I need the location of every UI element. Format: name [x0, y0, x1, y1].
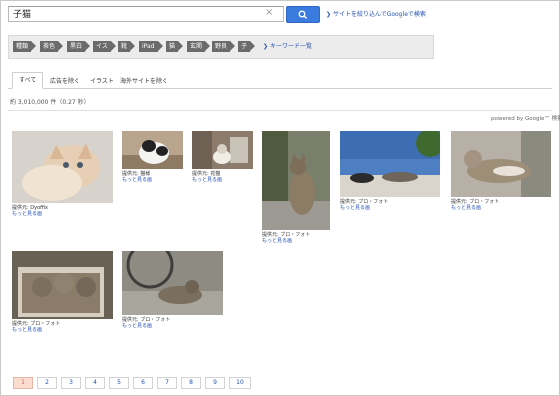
site-link-label: サイトを絞り込んでGoogleで検索 [333, 11, 426, 18]
keyword-chip-bar: 種類 茶色 黒白 イス 靴 iPad 猫 玄関 野良 子 ❯ キーワード一覧 [8, 35, 434, 59]
page-link[interactable]: 10 [229, 377, 251, 389]
tab-no-ads[interactable]: 広告を除く [44, 74, 86, 87]
chip[interactable]: 黒白 [67, 41, 91, 52]
keyword-list-link[interactable]: ❯ キーワード一覧 [263, 41, 312, 52]
more-link[interactable]: もっと見る画 [262, 238, 292, 244]
page-link[interactable]: 9 [205, 377, 225, 389]
result-image[interactable] [122, 131, 183, 169]
chip[interactable]: 猫 [166, 41, 184, 52]
result-image[interactable] [12, 251, 113, 319]
more-link[interactable]: もっと見る画 [192, 177, 222, 183]
close-icon[interactable]: × [265, 6, 273, 20]
page-link[interactable]: 3 [61, 377, 81, 389]
chip[interactable]: イス [93, 41, 116, 52]
chip[interactable]: 種類 [13, 41, 37, 52]
more-link[interactable]: もっと見る画 [12, 327, 42, 333]
more-link[interactable]: もっと見る画 [122, 177, 152, 183]
search-button[interactable] [286, 6, 320, 23]
page-link[interactable]: 4 [85, 377, 105, 389]
kitten-photo [122, 251, 223, 315]
more-link[interactable]: もっと見る画 [451, 205, 481, 211]
divider [8, 110, 552, 111]
result-image[interactable] [451, 131, 551, 197]
kitten-photo [12, 251, 113, 319]
kitten-photo [262, 131, 330, 230]
chevron-right-icon: ❯ [263, 43, 270, 50]
kitten-photo [340, 131, 440, 197]
page-link[interactable]: 6 [133, 377, 153, 389]
kitten-photo [12, 131, 113, 203]
chevron-right-icon: ❯ [326, 11, 332, 18]
page-link[interactable]: 5 [109, 377, 129, 389]
search-input[interactable] [8, 6, 284, 22]
search-icon [298, 10, 308, 19]
result-image[interactable] [122, 251, 223, 315]
site-search-link[interactable]: ❯ サイトを絞り込んでGoogleで検索 [326, 9, 426, 18]
page-link[interactable]: 8 [181, 377, 201, 389]
chip[interactable]: iPad [139, 41, 162, 52]
chip[interactable]: 玄関 [187, 41, 211, 52]
keyword-list-label: キーワード一覧 [269, 43, 312, 50]
kitten-photo [451, 131, 551, 197]
chip[interactable]: 野良 [212, 41, 236, 52]
result-count: 約 3,010,000 件（0.27 秒） [10, 99, 90, 106]
chip[interactable]: 靴 [118, 41, 136, 52]
result-image[interactable] [262, 131, 330, 230]
more-link[interactable]: もっと見る画 [122, 323, 152, 329]
page-link[interactable]: 7 [157, 377, 177, 389]
result-image[interactable] [12, 131, 113, 203]
result-tabs: すべて 広告を除く イラスト 海外サイトを除く [8, 72, 552, 89]
tab-no-foreign[interactable]: 海外サイトを除く [114, 74, 174, 87]
kitten-photo [192, 131, 253, 169]
result-image[interactable] [192, 131, 253, 169]
chip[interactable]: 子 [238, 41, 256, 52]
page-link[interactable]: 2 [37, 377, 57, 389]
chip[interactable]: 茶色 [40, 41, 64, 52]
result-image[interactable] [340, 131, 440, 197]
tab-all[interactable]: すべて [12, 72, 44, 89]
more-link[interactable]: もっと見る画 [340, 205, 370, 211]
powered-by: powered by Google™ 検索 [491, 116, 560, 122]
more-link[interactable]: もっと見る画 [12, 211, 42, 217]
page-link[interactable]: 1 [13, 377, 33, 389]
kitten-photo [122, 131, 183, 169]
